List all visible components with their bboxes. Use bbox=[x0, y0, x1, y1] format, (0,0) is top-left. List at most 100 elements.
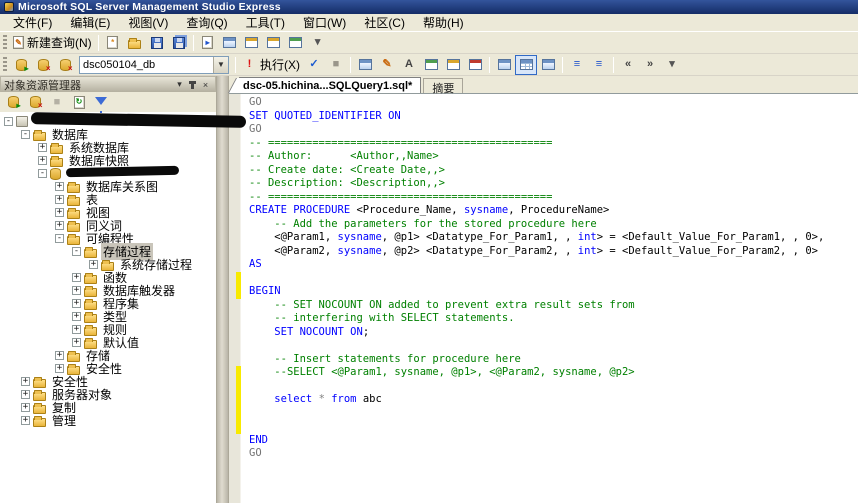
auto-hide-button[interactable] bbox=[186, 79, 199, 91]
expander-plus-icon[interactable]: + bbox=[72, 273, 81, 282]
menu-item[interactable]: 工具(T) bbox=[237, 13, 294, 32]
menu-item[interactable]: 视图(V) bbox=[119, 13, 177, 32]
tree-item[interactable]: + 安全性 bbox=[0, 362, 216, 376]
expander-plus-icon[interactable]: + bbox=[72, 325, 81, 334]
code-token: -- Author: <Author,,Name> bbox=[249, 150, 439, 162]
uncomment-button[interactable]: ≡ bbox=[588, 55, 610, 75]
expander-plus-icon[interactable]: + bbox=[38, 143, 47, 152]
toolbar-grip[interactable] bbox=[3, 35, 7, 50]
results-grid-button[interactable] bbox=[515, 54, 537, 75]
menu-item[interactable]: 查询(Q) bbox=[177, 13, 236, 32]
explorer-scrollbar[interactable] bbox=[217, 76, 229, 503]
analyze-dta-button[interactable] bbox=[420, 55, 442, 75]
expander-plus-icon[interactable]: + bbox=[55, 364, 64, 373]
expander-plus-icon[interactable]: + bbox=[55, 208, 64, 217]
combo-dropdown-button[interactable]: ▼ bbox=[213, 56, 228, 73]
disconnect-db-button[interactable]: × bbox=[32, 55, 54, 75]
expander-minus-icon[interactable]: - bbox=[38, 169, 47, 178]
expander-minus-icon[interactable]: - bbox=[72, 247, 81, 256]
expander-plus-icon[interactable]: + bbox=[72, 338, 81, 347]
results-text-button[interactable] bbox=[493, 55, 515, 75]
menu-item[interactable]: 文件(F) bbox=[4, 13, 61, 32]
design-query-button[interactable]: ✎ bbox=[376, 55, 398, 75]
red-window-button[interactable] bbox=[464, 55, 486, 75]
stop-disabled-button[interactable]: ■ bbox=[46, 92, 68, 112]
expander-plus-icon[interactable]: + bbox=[55, 195, 64, 204]
expander-plus-icon[interactable]: + bbox=[55, 221, 64, 230]
indent-decrease-button[interactable]: « bbox=[617, 55, 639, 75]
window-position-button[interactable]: ▾ bbox=[173, 79, 186, 91]
folder-icon bbox=[50, 155, 63, 167]
tab-summary[interactable]: 摘要 bbox=[423, 78, 464, 95]
close-icon: × bbox=[202, 79, 209, 90]
code-token: , @p2> <Datatype_For_Param2, , bbox=[381, 244, 578, 257]
expander-plus-icon[interactable]: + bbox=[72, 286, 81, 295]
copy-window-button[interactable] bbox=[442, 55, 464, 75]
show-plan-button[interactable] bbox=[354, 55, 376, 75]
folder-icon bbox=[33, 402, 46, 414]
code-line: -- =====================================… bbox=[249, 137, 858, 151]
connect-db-button[interactable]: ▸ bbox=[10, 55, 32, 75]
menu-item[interactable]: 帮助(H) bbox=[414, 13, 473, 32]
results-grid-icon bbox=[519, 59, 533, 70]
execute-bang-button[interactable]: ! 执行(X) bbox=[239, 55, 303, 75]
expander-plus-icon[interactable]: + bbox=[21, 377, 30, 386]
sql-code-area[interactable]: GO SET QUOTED_IDENTIFIER ON GO -- =========… bbox=[241, 94, 858, 503]
window-title: Microsoft SQL Server Management Studio E… bbox=[18, 1, 281, 13]
expander-minus-icon[interactable]: - bbox=[4, 117, 13, 126]
expander-plus-icon[interactable]: + bbox=[72, 312, 81, 321]
comment-button[interactable]: ≡ bbox=[566, 55, 588, 75]
filter-button[interactable] bbox=[90, 92, 112, 116]
parse-check-button[interactable]: ✓ bbox=[303, 55, 325, 75]
expander-plus-icon[interactable]: + bbox=[38, 156, 47, 165]
refresh-button[interactable]: ↻ bbox=[68, 92, 90, 112]
toolbar-overflow-button[interactable]: ▾ bbox=[307, 33, 329, 53]
database-icon bbox=[50, 167, 61, 180]
expander-plus-icon[interactable]: + bbox=[55, 351, 64, 360]
chevron-down-icon: ▾ bbox=[177, 79, 182, 89]
disconnect-db-button[interactable]: × bbox=[24, 92, 46, 112]
tab-sql-query[interactable]: dsc-05.hichina...SQLQuery1.sql* bbox=[239, 77, 422, 93]
expander-plus-icon[interactable]: + bbox=[89, 260, 98, 269]
change-connection-button[interactable]: × bbox=[54, 55, 76, 75]
new-query-button[interactable]: ✎ 新建查询(N) bbox=[10, 33, 95, 53]
tree-item[interactable]: + 系统存储过程 bbox=[0, 258, 216, 272]
page-arrow-button[interactable]: ▸ bbox=[197, 33, 219, 53]
object-explorer-header: 对象资源管理器 ▾ × bbox=[0, 76, 216, 92]
expander-plus-icon[interactable]: + bbox=[21, 390, 30, 399]
tree-item[interactable]: + 数据库快照 bbox=[0, 154, 216, 168]
tree-item[interactable]: + 数据库关系图 bbox=[0, 180, 216, 194]
show-plan-icon bbox=[358, 59, 372, 70]
open-folder-button[interactable] bbox=[124, 33, 146, 53]
save-button[interactable] bbox=[146, 33, 168, 53]
window-switch-button[interactable] bbox=[263, 33, 285, 53]
close-panel-button[interactable]: × bbox=[199, 79, 212, 91]
new-page-button[interactable]: * bbox=[102, 33, 124, 53]
menu-item[interactable]: 编辑(E) bbox=[61, 13, 119, 32]
expander-plus-icon[interactable]: + bbox=[21, 403, 30, 412]
connect-db-button[interactable]: ▸ bbox=[2, 92, 24, 112]
expander-minus-icon[interactable]: - bbox=[55, 234, 64, 243]
menu-item[interactable]: 窗口(W) bbox=[294, 13, 355, 32]
save-all-button[interactable] bbox=[168, 33, 190, 53]
window-grid-button[interactable] bbox=[219, 33, 241, 53]
expander-minus-icon[interactable]: - bbox=[21, 130, 30, 139]
results-file-button[interactable] bbox=[537, 55, 559, 75]
expander-plus-icon[interactable]: + bbox=[55, 182, 64, 191]
window-cascade-button[interactable] bbox=[241, 33, 263, 53]
connect-db-badge-icon: ▸ bbox=[24, 63, 29, 73]
template-params-button[interactable]: A bbox=[398, 55, 420, 75]
toolbar-overflow-button[interactable]: ▾ bbox=[661, 55, 683, 75]
expander-plus-icon[interactable]: + bbox=[72, 299, 81, 308]
menu-item[interactable]: 社区(C) bbox=[355, 13, 414, 32]
stop-disabled-icon: ■ bbox=[53, 95, 61, 108]
window-export-icon bbox=[289, 37, 303, 48]
available-databases-combo[interactable]: dsc050104_db ▼ bbox=[79, 55, 229, 74]
expander-plus-icon[interactable]: + bbox=[21, 416, 30, 425]
window-export-button[interactable] bbox=[285, 33, 307, 53]
indent-increase-button[interactable]: » bbox=[639, 55, 661, 75]
tree-item[interactable]: + 服务器对象 bbox=[0, 388, 216, 402]
stop-button[interactable]: ■ bbox=[325, 55, 347, 75]
tree-item[interactable]: + 管理 bbox=[0, 414, 216, 428]
toolbar-grip[interactable] bbox=[3, 57, 7, 72]
